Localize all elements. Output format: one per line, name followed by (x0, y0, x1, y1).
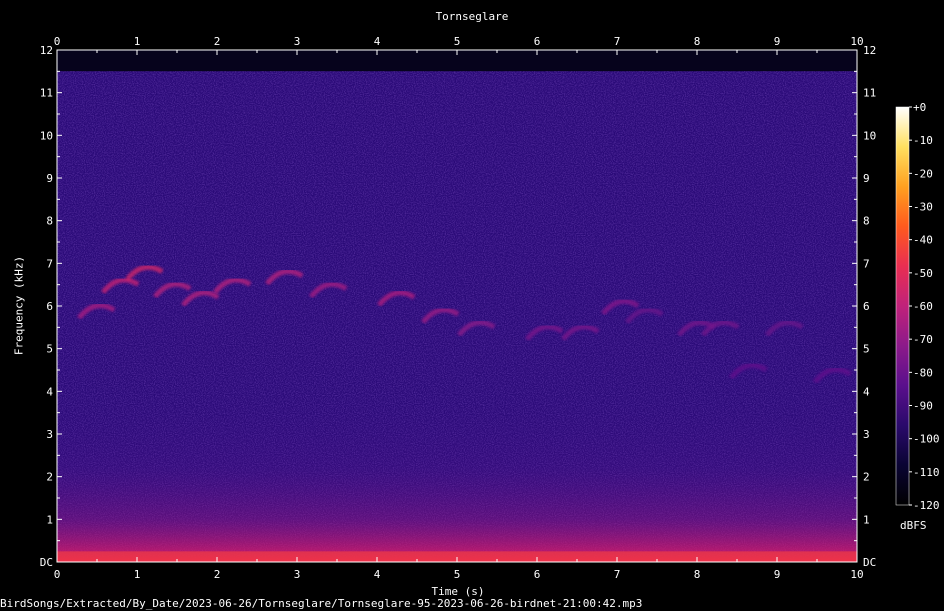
y-tick-label-right: 6 (863, 300, 870, 313)
x-tick-label-top: 0 (54, 35, 61, 48)
y-tick-label-right: 9 (863, 172, 870, 185)
y-tick-label-right: 1 (863, 513, 870, 526)
x-tick-label-top: 2 (214, 35, 221, 48)
y-tick-label-left: 7 (46, 257, 53, 270)
x-tick-label-bottom: 0 (54, 568, 61, 581)
x-tick-label-bottom: 5 (454, 568, 461, 581)
y-tick-label-left: 2 (46, 471, 53, 484)
y-axis-label: Frequency (kHz) (12, 255, 26, 356)
y-tick-label-right: 8 (863, 215, 870, 228)
spectrogram-chart: 001122334455667788991010DC DC1 12 23 34 45 56 6… (40, 35, 940, 581)
x-tick-label-top: 3 (294, 35, 301, 48)
file-path: BirdSongs/Extracted/By_Date/2023-06-26/T… (0, 597, 643, 610)
colorbar-tick-label: -60 (913, 300, 933, 313)
x-tick-label-top: 1 (134, 35, 141, 48)
colorbar-tick-label: -10 (913, 134, 933, 147)
colorbar-unit-label: dBFS (900, 519, 927, 532)
x-tick-label-bottom: 8 (694, 568, 701, 581)
x-tick-label-top: 4 (374, 35, 381, 48)
y-tick-label-right: 7 (863, 257, 870, 270)
y-tick-label-left: 11 (40, 87, 53, 100)
y-tick-label-left: 5 (46, 343, 53, 356)
y-tick-label-left: 4 (46, 385, 53, 398)
y-tick-label-left: 1 (46, 513, 53, 526)
x-tick-label-bottom: 3 (294, 568, 301, 581)
colorbar-tick-label: -20 (913, 167, 933, 180)
x-tick-label-bottom: 4 (374, 568, 381, 581)
colorbar-tick-label: +0 (913, 101, 926, 114)
y-tick-label-right: 12 (863, 44, 876, 57)
x-tick-label-top: 6 (534, 35, 541, 48)
colorbar-tick-label: -80 (913, 366, 933, 379)
x-tick-label-bottom: 7 (614, 568, 621, 581)
x-tick-label-bottom: 6 (534, 568, 541, 581)
colorbar-tick-label: -70 (913, 333, 933, 346)
x-tick-label-top: 10 (850, 35, 863, 48)
y-tick-label-left: 3 (46, 428, 53, 441)
x-tick-label-bottom: 10 (850, 568, 863, 581)
low-frequency-energy (57, 391, 857, 562)
colorbar-tick-label: -50 (913, 267, 933, 280)
x-tick-label-top: 7 (614, 35, 621, 48)
x-tick-label-top: 9 (774, 35, 781, 48)
y-tick-label-right: 3 (863, 428, 870, 441)
x-tick-label-bottom: 1 (134, 568, 141, 581)
y-tick-label-left: 8 (46, 215, 53, 228)
colorbar-tick-label: -90 (913, 400, 933, 413)
colorbar-tick-label: -120 (913, 499, 940, 512)
y-tick-label-right: 5 (863, 343, 870, 356)
colorbar-tick-label: -30 (913, 201, 933, 214)
colorbar-tick-label: -40 (913, 234, 933, 247)
y-tick-label-left: 10 (40, 129, 53, 142)
y-tick-label-left: 6 (46, 300, 53, 313)
x-tick-label-bottom: 9 (774, 568, 781, 581)
y-tick-label-right: 11 (863, 87, 876, 100)
x-tick-label-bottom: 2 (214, 568, 221, 581)
colorbar (895, 106, 910, 506)
x-tick-label-top: 8 (694, 35, 701, 48)
y-tick-label-right: 2 (863, 471, 870, 484)
colorbar-tick-label: -110 (913, 466, 940, 479)
chart-title: Tornseglare (435, 10, 509, 23)
y-tick-label-left: 12 (40, 44, 53, 57)
y-tick-label-left: DC (40, 556, 53, 569)
y-tick-label-right: DC (863, 556, 876, 569)
x-tick-label-top: 5 (454, 35, 461, 48)
colorbar-tick-label: -100 (913, 433, 940, 446)
y-tick-label-right: 4 (863, 385, 870, 398)
y-tick-label-right: 10 (863, 129, 876, 142)
y-tick-label-left: 9 (46, 172, 53, 185)
